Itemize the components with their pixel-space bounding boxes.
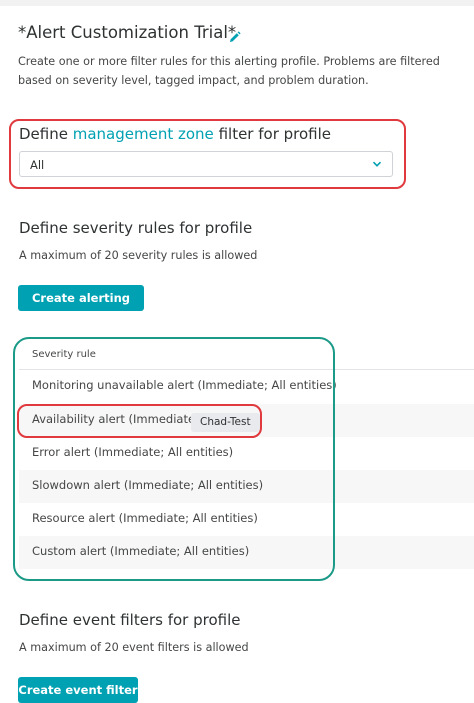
pencil-icon[interactable] (228, 31, 241, 44)
severity-subtext: A maximum of 20 severity rules is allowe… (19, 249, 258, 262)
profile-description: Create one or more filter rules for this… (18, 55, 440, 87)
event-filters-subtext: A maximum of 20 event filters is allowed (19, 641, 249, 654)
event-filters-heading: Define event filters for profile (19, 611, 241, 629)
create-alerting-rule-button[interactable]: Create alerting rule (18, 285, 144, 331)
severity-rules-highlight (13, 337, 335, 581)
page-title: *Alert Customization Trial* (18, 23, 237, 42)
severity-heading: Define severity rules for profile (19, 219, 253, 237)
create-event-filter-button[interactable]: Create event filter (18, 677, 138, 703)
top-divider (0, 0, 474, 6)
management-zone-highlight (9, 119, 406, 189)
